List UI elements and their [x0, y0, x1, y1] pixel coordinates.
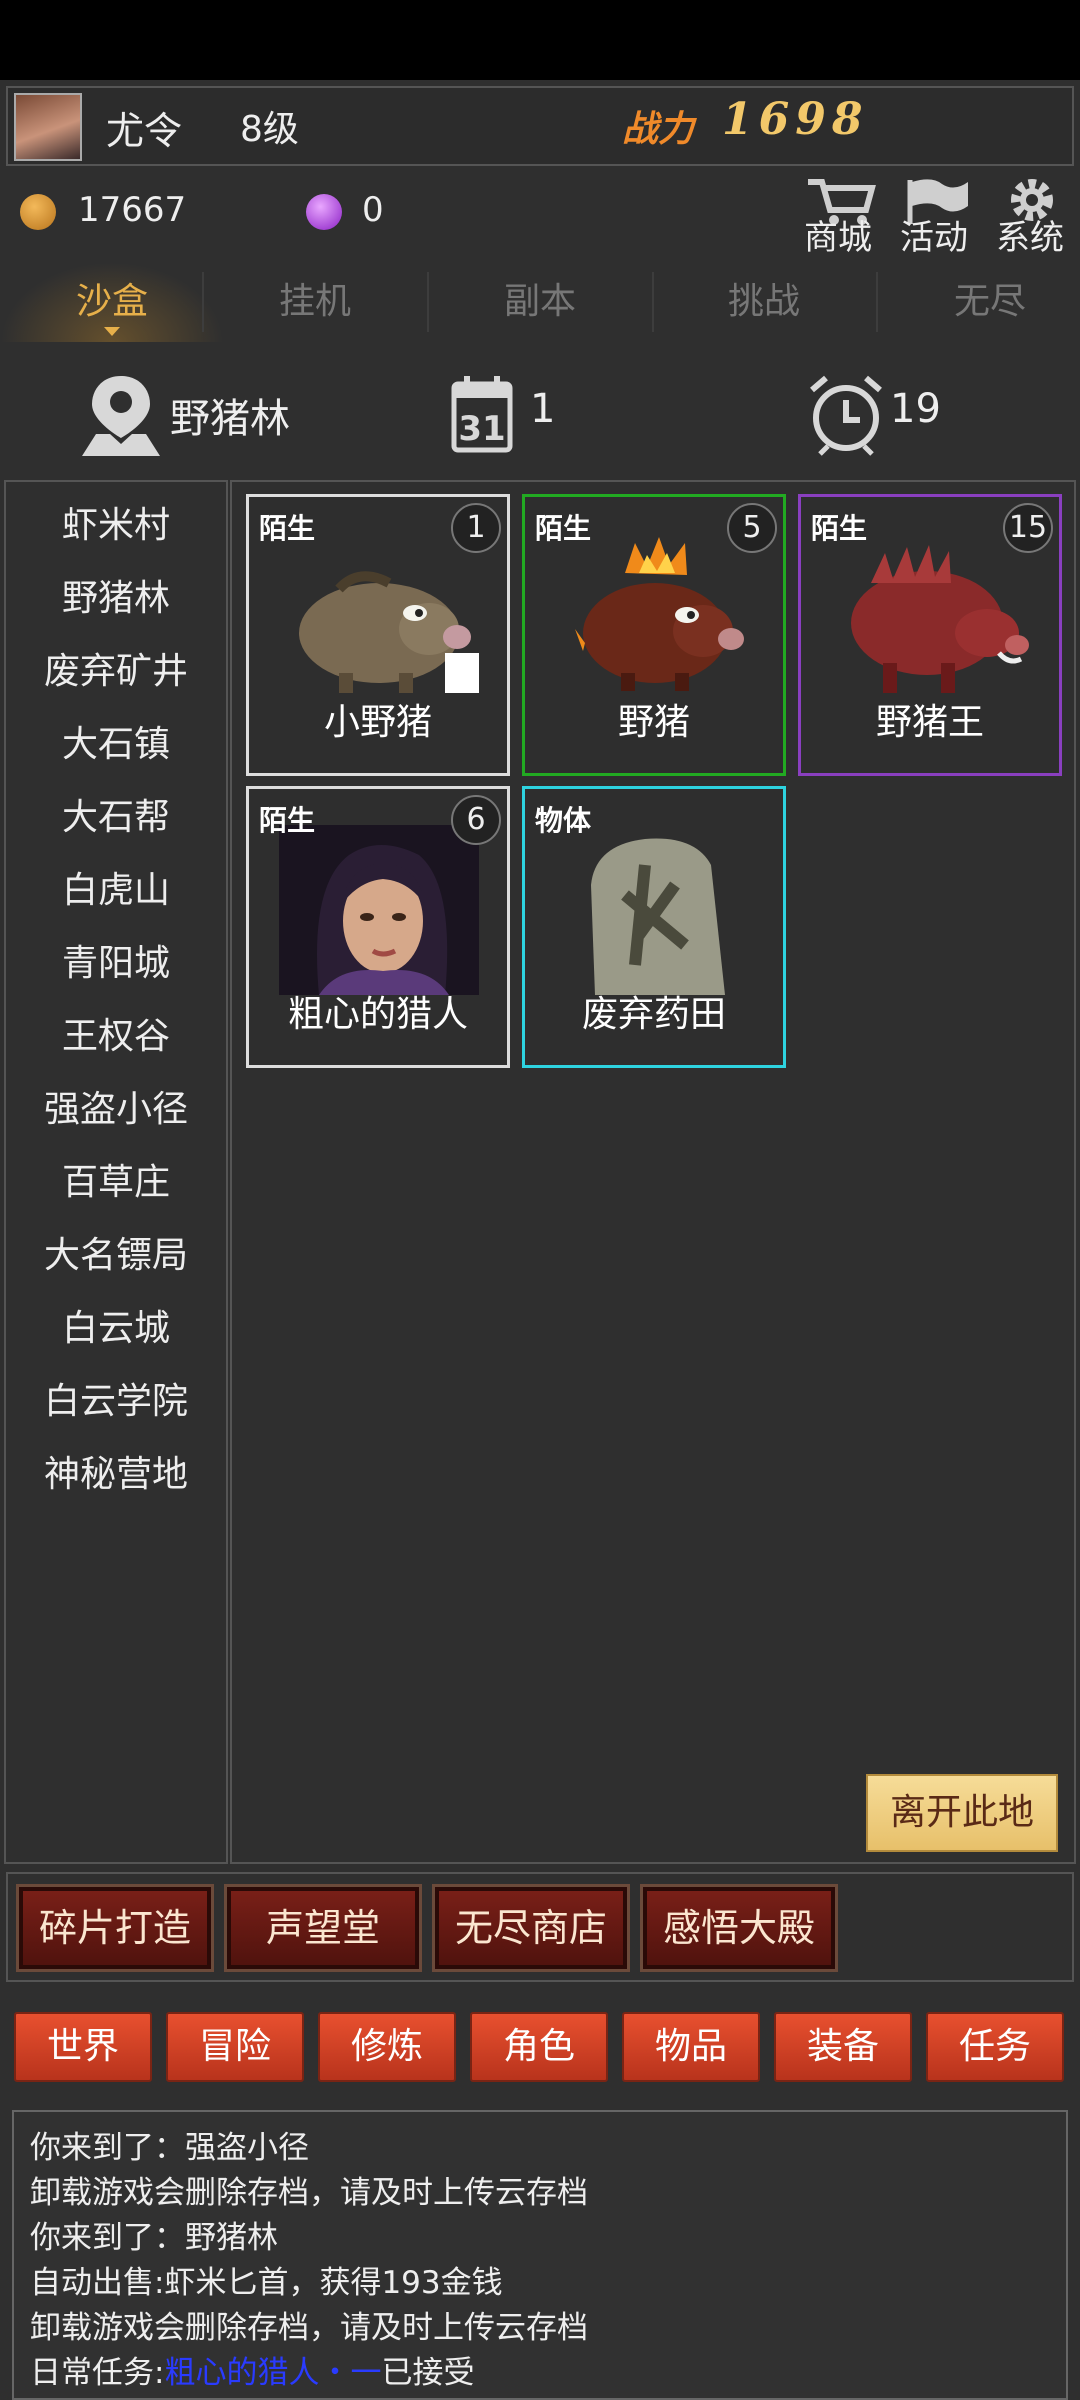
rune-stone-portrait — [591, 838, 725, 995]
log-line: 自动出售:虾米匕首，获得193金钱 — [30, 2265, 503, 2301]
boar-portrait — [575, 537, 744, 691]
count-badge: 6 — [451, 795, 501, 845]
player-name: 尤令 — [106, 109, 183, 153]
insight-hall-button[interactable]: 感悟大殿 — [640, 1884, 838, 1972]
calendar-icon: 31 — [451, 376, 513, 453]
leave-area-button[interactable]: 离开此地 — [866, 1774, 1058, 1852]
location-list: 虾米村 野猪林 废弃矿井 大石镇 大石帮 白虎山 青阳城 王权谷 强盗小径 百草… — [4, 480, 228, 1864]
tab-endless[interactable]: 无尽 — [878, 262, 1080, 342]
fragment-forge-button[interactable]: 碎片打造 — [16, 1884, 214, 1972]
log-line: 你来到了：强盗小径 — [30, 2130, 309, 2166]
events-label: 活动 — [900, 218, 968, 258]
location-item[interactable]: 废弃矿井 — [6, 642, 226, 694]
system-button[interactable]: 系统 — [994, 176, 1074, 258]
npc-card-small-boar[interactable]: 陌生 1 小野猪 — [246, 494, 510, 776]
day-counter: 1 — [530, 386, 556, 432]
player-level: 8级 — [240, 109, 299, 150]
mode-tabs: 沙盒 挂机 副本 挑战 无尽 — [0, 262, 1080, 342]
location-item[interactable]: 百草庄 — [6, 1153, 226, 1205]
shop-button[interactable]: 商城 — [802, 176, 882, 258]
current-location: 野猪林 — [170, 396, 290, 442]
small-boar-portrait — [299, 571, 479, 693]
location-pin-icon — [82, 376, 160, 456]
location-item[interactable]: 白云城 — [6, 1299, 226, 1351]
nav-adventure[interactable]: 冒险 — [166, 2012, 304, 2082]
count-badge: 1 — [451, 503, 501, 553]
power-label: 战力 — [622, 108, 695, 150]
tab-dungeon[interactable]: 副本 — [428, 262, 652, 342]
gold-amount: 17667 — [78, 190, 187, 230]
log-line-quest: 日常任务:粗心的猎人・一已接受 — [30, 2347, 474, 2392]
npc-card-careless-hunter[interactable]: 陌生 6 粗心的猎人 — [246, 786, 510, 1068]
relation-tag: 陌生 — [259, 512, 316, 545]
location-item[interactable]: 白虎山 — [6, 861, 226, 913]
message-log[interactable]: 你来到了：强盗小径 卸载游戏会删除存档，请及时上传云存档 你来到了：野猪林 自动… — [12, 2110, 1068, 2400]
gem-amount: 0 — [362, 190, 384, 230]
location-item[interactable]: 大石镇 — [6, 715, 226, 767]
power-value: 1698 — [722, 94, 869, 145]
location-item[interactable]: 大名镖局 — [6, 1226, 226, 1278]
count-badge: 5 — [727, 503, 777, 553]
gem-icon — [306, 194, 342, 230]
log-line: 卸载游戏会删除存档，请及时上传云存档 — [30, 2175, 588, 2211]
tab-sandbox[interactable]: 沙盒 — [0, 262, 224, 342]
shop-label: 商城 — [804, 218, 872, 258]
nav-cultivate[interactable]: 修炼 — [318, 2012, 456, 2082]
nav-items[interactable]: 物品 — [622, 2012, 760, 2082]
relation-tag: 物体 — [535, 804, 592, 837]
card-name: 野猪 — [617, 702, 690, 743]
events-button[interactable]: 活动 — [898, 176, 978, 258]
nav-equipment[interactable]: 装备 — [774, 2012, 912, 2082]
gold-coin-icon — [20, 194, 56, 230]
location-item[interactable]: 王权谷 — [6, 1007, 226, 1059]
location-item[interactable]: 神秘营地 — [6, 1445, 226, 1497]
location-item[interactable]: 大石帮 — [6, 788, 226, 840]
reputation-hall-button[interactable]: 声望堂 — [224, 1884, 422, 1972]
area-panel: 陌生 1 小野猪 陌生 5 野猪 陌生 15 野猪王 陌生 6 粗心的猎人 物体… — [230, 480, 1076, 1864]
boar-king-portrait — [851, 545, 1029, 693]
log-line: 卸载游戏会删除存档，请及时上传云存档 — [30, 2310, 588, 2346]
quest-prefix: 日常任务: — [30, 2355, 165, 2391]
object-card-abandoned-herb-field[interactable]: 物体 废弃药田 — [522, 786, 786, 1068]
quest-suffix: 已接受 — [381, 2355, 475, 2391]
tab-idle[interactable]: 挂机 — [203, 262, 427, 342]
system-label: 系统 — [996, 218, 1064, 258]
status-bar — [0, 0, 1080, 80]
count-badge: 15 — [1003, 503, 1053, 553]
card-name: 野猪王 — [875, 702, 984, 743]
nav-world[interactable]: 世界 — [14, 2012, 152, 2082]
relation-tag: 陌生 — [811, 512, 868, 545]
relation-tag: 陌生 — [535, 512, 592, 545]
card-name: 小野猪 — [323, 702, 432, 743]
nav-quests[interactable]: 任务 — [926, 2012, 1064, 2082]
quest-link[interactable]: 粗心的猎人・一 — [164, 2355, 381, 2391]
location-item[interactable]: 野猪林 — [6, 569, 226, 621]
nav-character[interactable]: 角色 — [470, 2012, 608, 2082]
time-counter: 19 — [890, 386, 941, 432]
log-line: 你来到了：野猪林 — [30, 2220, 278, 2256]
endless-shop-button[interactable]: 无尽商店 — [432, 1884, 630, 1972]
hunter-portrait — [279, 825, 479, 995]
calendar-icon-number: 31 — [458, 409, 505, 449]
location-item[interactable]: 虾米村 — [6, 496, 226, 548]
location-item[interactable]: 白云学院 — [6, 1372, 226, 1424]
clock-icon — [810, 375, 882, 456]
npc-card-boar-king[interactable]: 陌生 15 野猪王 — [798, 494, 1062, 776]
card-name: 废弃药田 — [581, 994, 726, 1035]
player-avatar[interactable] — [14, 93, 82, 161]
tab-challenge[interactable]: 挑战 — [652, 262, 876, 342]
location-item[interactable]: 青阳城 — [6, 934, 226, 986]
npc-card-boar[interactable]: 陌生 5 野猪 — [522, 494, 786, 776]
relation-tag: 陌生 — [259, 804, 316, 837]
card-name: 粗心的猎人 — [287, 994, 468, 1035]
location-item[interactable]: 强盗小径 — [6, 1080, 226, 1132]
